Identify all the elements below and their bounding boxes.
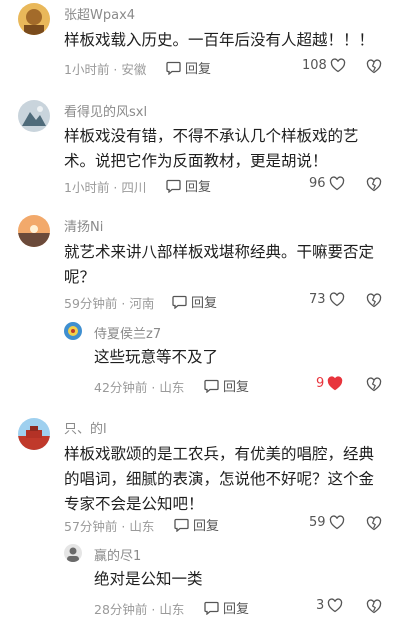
like-count: 108 — [302, 58, 327, 73]
avatar[interactable] — [18, 215, 50, 247]
avatar[interactable] — [18, 3, 50, 35]
chat-bubble-icon — [166, 61, 181, 75]
reply-username[interactable]: 赢的尽1 — [94, 545, 141, 564]
reply-label: 回复 — [223, 380, 250, 395]
heart-icon — [328, 376, 343, 391]
broken-heart-icon[interactable] — [366, 377, 382, 396]
like-count: 3 — [316, 598, 325, 613]
broken-heart-icon[interactable] — [366, 59, 382, 78]
heart-icon — [329, 515, 344, 530]
chat-bubble-icon — [204, 601, 219, 615]
like-button[interactable]: 96 — [309, 176, 345, 191]
like-count: 59 — [309, 515, 326, 530]
comment-text: 样板戏歌颂的是工农兵，有优美的唱腔，经典的唱词，细腻的表演，怎说他不好呢？这个金… — [64, 445, 375, 513]
reply-username[interactable]: 侍夏侯兰z7 — [94, 323, 161, 342]
comment-username[interactable]: 张超Wpax4 — [64, 4, 135, 23]
like-count: 73 — [309, 292, 326, 307]
avatar[interactable] — [64, 544, 82, 562]
comment-username[interactable]: 清扬Ni — [64, 216, 103, 235]
heart-icon — [328, 598, 343, 613]
like-button[interactable]: 73 — [309, 292, 345, 307]
avatar[interactable] — [18, 418, 50, 450]
reply-label: 回复 — [185, 180, 212, 195]
like-count: 9 — [316, 376, 325, 391]
comment-text: 样板戏没有错，不得不承认几个样板戏的艺术。说把它作为反面教材，更是胡说！ — [64, 127, 359, 170]
like-button[interactable]: 9 — [316, 376, 343, 391]
chat-bubble-icon — [172, 295, 187, 309]
reply-label: 回复 — [223, 602, 250, 617]
avatar[interactable] — [64, 322, 82, 340]
heart-icon — [329, 176, 344, 191]
like-button[interactable]: 3 — [316, 598, 343, 613]
broken-heart-icon[interactable] — [366, 293, 382, 312]
chat-bubble-icon — [174, 518, 189, 532]
chat-bubble-icon — [166, 179, 181, 193]
comment-meta: 59分钟前 · 河南 — [64, 296, 155, 311]
like-count: 96 — [309, 176, 326, 191]
comment-meta: 1小时前 · 安徽 — [64, 62, 147, 77]
heart-icon — [330, 58, 346, 73]
comment-meta: 57分钟前 · 山东 — [64, 519, 155, 534]
comment-text: 就艺术来讲八部样板戏堪称经典。干嘛要否定呢？ — [64, 243, 375, 286]
reply-text: 这些玩意等不及了 — [94, 348, 219, 366]
like-button[interactable]: 59 — [309, 515, 345, 530]
chat-bubble-icon — [204, 379, 219, 393]
reply-button[interactable]: 回复 — [174, 515, 219, 534]
comment-username[interactable]: 看得见的风sxl — [64, 101, 147, 120]
comment-text: 样板戏载入历史。一百年后没有人超越！！！ — [64, 31, 375, 49]
like-button[interactable]: 108 — [302, 58, 346, 73]
reply-meta: 42分钟前 · 山东 — [94, 380, 185, 395]
reply-label: 回复 — [191, 296, 218, 311]
comment-meta: 1小时前 · 四川 — [64, 180, 147, 195]
broken-heart-icon[interactable] — [366, 516, 382, 535]
reply-label: 回复 — [193, 519, 220, 534]
broken-heart-icon[interactable] — [366, 599, 382, 618]
reply-label: 回复 — [185, 62, 212, 77]
reply-button[interactable]: 回复 — [166, 176, 211, 195]
reply-button[interactable]: 回复 — [166, 58, 211, 77]
broken-heart-icon[interactable] — [366, 177, 382, 196]
reply-text: 绝对是公知一类 — [94, 570, 203, 588]
heart-icon — [329, 292, 344, 307]
reply-button[interactable]: 回复 — [204, 598, 249, 617]
comment-username[interactable]: 只、的l — [64, 418, 107, 437]
avatar[interactable] — [18, 100, 50, 132]
reply-button[interactable]: 回复 — [172, 292, 217, 311]
reply-button[interactable]: 回复 — [204, 376, 249, 395]
reply-meta: 28分钟前 · 山东 — [94, 602, 185, 617]
